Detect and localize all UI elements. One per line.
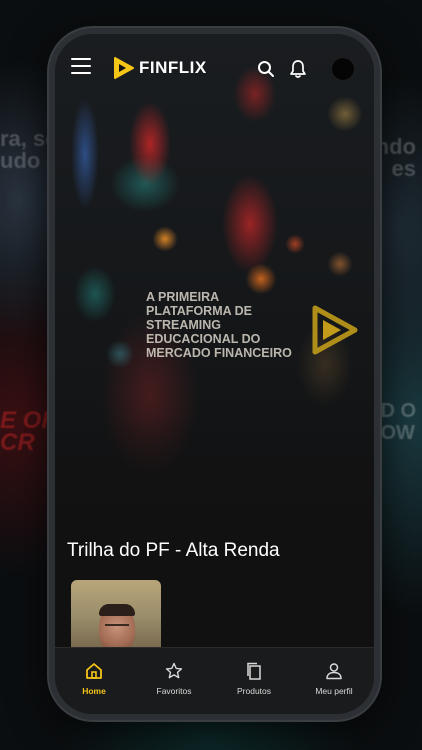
thumbnail-brows bbox=[105, 624, 129, 630]
hero-tagline: A PRIMEIRA PLATAFORMA DE STREAMING EDUCA… bbox=[146, 290, 292, 360]
bell-icon[interactable] bbox=[289, 59, 307, 79]
hero-play-icon bbox=[312, 305, 358, 355]
home-icon bbox=[86, 663, 102, 679]
nav-produtos-label: Produtos bbox=[236, 686, 272, 696]
front-camera bbox=[332, 58, 354, 80]
user-icon bbox=[326, 663, 342, 680]
nav-favoritos[interactable]: Favoritos bbox=[139, 662, 209, 696]
logo-play-icon bbox=[114, 57, 134, 79]
bottom-nav: Home Favoritos Produtos Meu perfil bbox=[55, 647, 374, 714]
menu-icon[interactable] bbox=[71, 58, 91, 74]
background-poster-red: E OF CR bbox=[0, 407, 57, 456]
app-logo: FINFLIX bbox=[113, 56, 207, 80]
search-icon[interactable] bbox=[257, 60, 275, 78]
nav-home[interactable]: Home bbox=[59, 662, 129, 696]
copy-icon bbox=[247, 662, 261, 680]
app-name: FINFLIX bbox=[139, 58, 207, 77]
phone-frame: FINFLIX A PRIMEIRA PLATAFORMA DE STREAMI… bbox=[49, 28, 380, 720]
star-icon bbox=[165, 662, 183, 679]
background-poster-right-lower: D O OW bbox=[380, 400, 416, 444]
nav-favoritos-label: Favoritos bbox=[156, 686, 192, 696]
nav-perfil[interactable]: Meu perfil bbox=[299, 662, 369, 696]
thumbnail-hair bbox=[99, 604, 135, 616]
nav-home-label: Home bbox=[82, 686, 106, 696]
top-bar: FINFLIX bbox=[55, 34, 374, 104]
phone-screen: FINFLIX A PRIMEIRA PLATAFORMA DE STREAMI… bbox=[55, 34, 374, 714]
nav-perfil-label: Meu perfil bbox=[315, 686, 353, 696]
section-title: Trilha do PF - Alta Renda bbox=[67, 540, 280, 561]
nav-produtos[interactable]: Produtos bbox=[219, 662, 289, 696]
